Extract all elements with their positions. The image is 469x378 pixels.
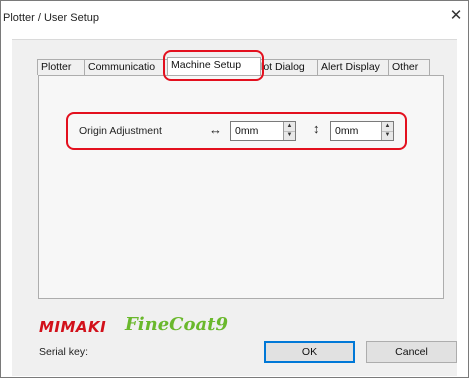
- horizontal-origin-stepper[interactable]: 0mm ▲ ▼: [230, 121, 296, 141]
- tab-machine-setup[interactable]: Machine Setup: [167, 57, 261, 75]
- serial-key-label: Serial key:: [39, 346, 89, 358]
- mimaki-logo: MIMAKI: [39, 318, 107, 336]
- vertical-origin-stepper[interactable]: 0mm ▲ ▼: [330, 121, 394, 141]
- spin-down-icon[interactable]: ▼: [382, 131, 393, 140]
- window-title: Plotter / User Setup: [3, 12, 99, 24]
- tab-alert-display[interactable]: Alert Display: [317, 59, 392, 75]
- tab-other[interactable]: Other: [388, 59, 430, 75]
- finecoat-logo: FineCoat9: [125, 314, 228, 335]
- tab-communication[interactable]: Communicatio: [84, 59, 168, 75]
- tab-plotter[interactable]: Plotter: [37, 59, 85, 75]
- horizontal-arrow-icon: ↔: [209, 122, 222, 137]
- horizontal-spin-buttons: ▲ ▼: [283, 122, 295, 140]
- vertical-spin-buttons: ▲ ▼: [381, 122, 393, 140]
- tab-plot-dialog[interactable]: lot Dialog: [257, 59, 321, 75]
- machine-setup-panel: [38, 75, 444, 299]
- ok-button[interactable]: OK: [264, 341, 355, 363]
- vertical-arrow-icon: ↕: [313, 121, 320, 136]
- horizontal-origin-value[interactable]: 0mm: [235, 125, 258, 137]
- spin-down-icon[interactable]: ▼: [284, 131, 295, 140]
- origin-adjustment-label: Origin Adjustment: [79, 125, 162, 137]
- title-bar: Plotter / User Setup ✕: [1, 1, 468, 31]
- vertical-origin-value[interactable]: 0mm: [335, 125, 358, 137]
- close-icon[interactable]: ✕: [446, 6, 466, 26]
- cancel-button[interactable]: Cancel: [366, 341, 457, 363]
